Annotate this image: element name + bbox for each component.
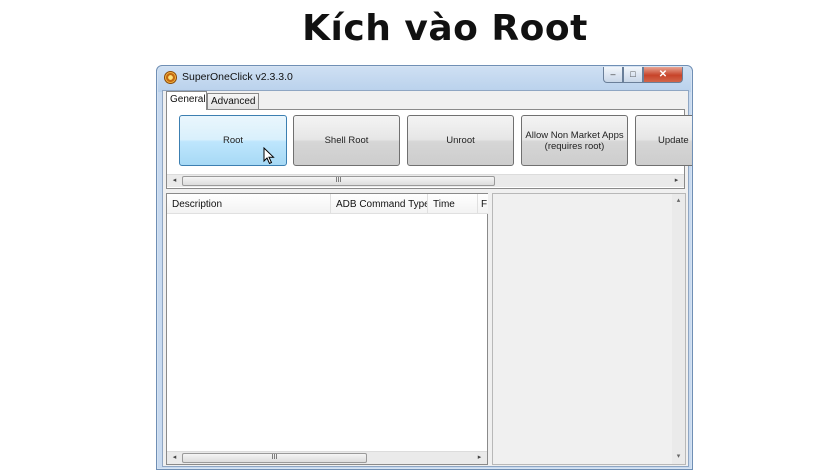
close-button[interactable]: ✕ bbox=[643, 67, 683, 83]
detail-vertical-scrollbar[interactable]: ▴ ▾ bbox=[672, 194, 685, 464]
tab-advanced[interactable]: Advanced bbox=[207, 93, 259, 110]
scroll-thumb[interactable]: III bbox=[182, 453, 367, 463]
mouse-cursor-icon bbox=[263, 147, 275, 165]
window-title: SuperOneClick v2.3.3.0 bbox=[182, 71, 293, 83]
column-header-f[interactable]: F bbox=[478, 194, 488, 214]
scroll-right-icon[interactable]: ▸ bbox=[670, 175, 683, 187]
tab-general[interactable]: General bbox=[166, 91, 207, 110]
unroot-button[interactable]: Unroot bbox=[407, 115, 514, 166]
column-header-time[interactable]: Time bbox=[428, 194, 478, 214]
app-icon bbox=[164, 71, 177, 84]
update-button[interactable]: Update bbox=[635, 115, 692, 166]
scroll-up-icon[interactable]: ▴ bbox=[672, 195, 685, 207]
log-horizontal-scrollbar[interactable]: ◂ III ▸ bbox=[167, 451, 487, 464]
general-tab-panel: Root Shell Root Unroot Allow Non Market … bbox=[166, 109, 692, 189]
maximize-button[interactable]: □ bbox=[623, 67, 643, 83]
scroll-down-icon[interactable]: ▾ bbox=[672, 451, 685, 463]
minimize-button[interactable]: – bbox=[603, 67, 623, 83]
toolbar-horizontal-scrollbar[interactable]: ◂ III ▸ bbox=[167, 174, 684, 187]
scroll-left-icon[interactable]: ◂ bbox=[168, 175, 181, 187]
superoneclick-window: SuperOneClick v2.3.3.0 – □ ✕ General Adv… bbox=[156, 65, 693, 470]
column-header-adb-command-type[interactable]: ADB Command Type bbox=[331, 194, 428, 214]
scroll-left-icon[interactable]: ◂ bbox=[168, 452, 181, 464]
client-area: General Advanced Root Shell Root Unroot … bbox=[162, 90, 692, 467]
detail-panel: ▴ ▾ bbox=[492, 193, 686, 465]
scroll-thumb[interactable]: III bbox=[182, 176, 495, 186]
allow-non-market-apps-button[interactable]: Allow Non Market Apps (requires root) bbox=[521, 115, 628, 166]
page-headline: Kích vào Root bbox=[302, 8, 588, 49]
log-list[interactable]: Description ADB Command Type Time F ◂ II… bbox=[166, 193, 488, 465]
title-bar[interactable]: SuperOneClick v2.3.3.0 – □ ✕ bbox=[157, 66, 692, 88]
column-header-description[interactable]: Description bbox=[167, 194, 331, 214]
scroll-right-icon[interactable]: ▸ bbox=[473, 452, 486, 464]
shell-root-button[interactable]: Shell Root bbox=[293, 115, 400, 166]
